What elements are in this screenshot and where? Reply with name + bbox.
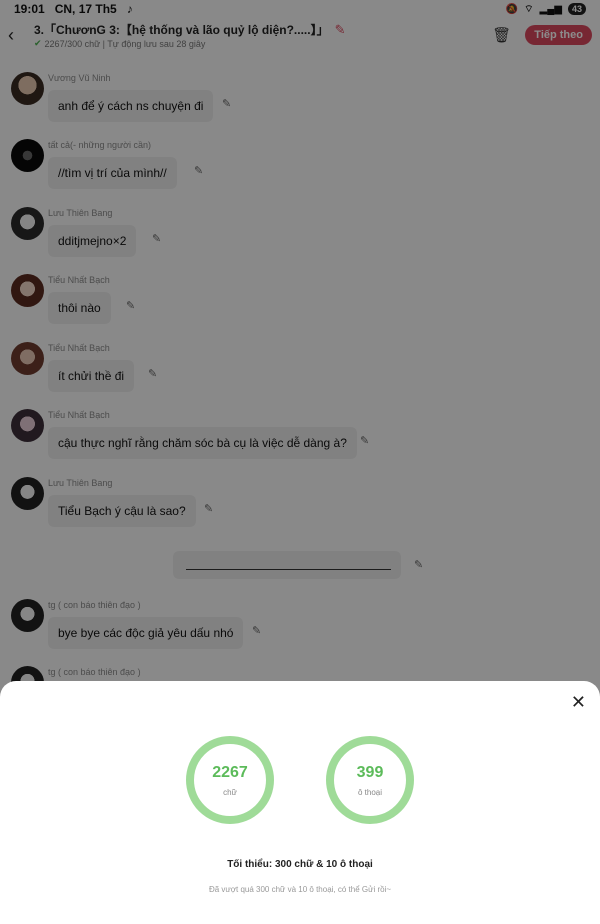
words-ring: 2267 chữ [186,736,274,824]
dialogs-ring: 399 ô thoại [326,736,414,824]
close-icon[interactable]: ✕ [571,693,586,711]
word-count-sheet: ✕ 2267 chữ 399 ô thoại Tối thiểu: 300 ch… [0,681,600,924]
words-label: chữ [223,787,237,797]
words-count: 2267 [212,763,248,781]
dialogs-label: ô thoại [357,787,383,797]
dialogs-count: 399 [356,763,384,781]
requirement-note: Đã vượt quá 300 chữ và 10 ô thoại, có th… [208,885,392,894]
minimum-requirement: Tối thiểu: 300 chữ & 10 ô thoại [227,859,373,870]
